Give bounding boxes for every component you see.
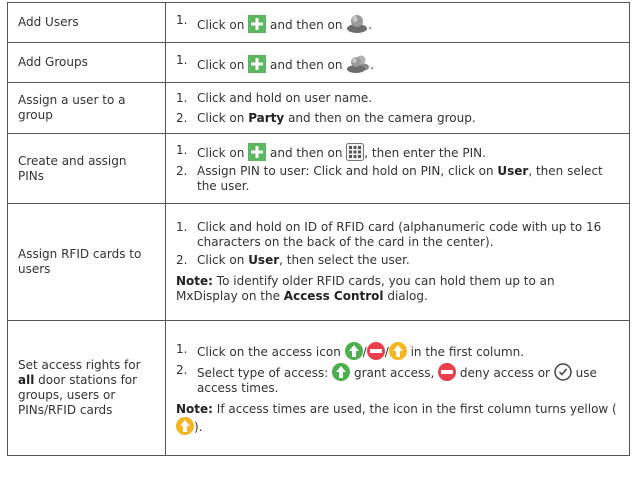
table-row: Assign a user to a group 1. Click and hol… <box>7 82 630 134</box>
plus-icon <box>248 143 267 161</box>
step-keyword: User <box>248 253 280 267</box>
steps-list: 1. Click on and then on . <box>176 13 619 33</box>
table-row: Add Groups 1. Click on and then on . <box>7 42 630 83</box>
step-text: Click on <box>197 17 245 32</box>
access-times-icon <box>388 341 407 360</box>
step-text: Click on <box>197 253 245 267</box>
step-text: Click and hold on ID of RFID card (alpha… <box>197 220 602 249</box>
step-text: and then on <box>270 146 343 160</box>
task-text: Set access rights for <box>18 358 141 372</box>
steps-cell: 1. Click and hold on ID of RFID card (alp… <box>165 203 630 321</box>
step-number: 2. <box>176 164 188 178</box>
step-item: 1. Click on and then on . <box>176 53 619 73</box>
steps-list: 1. Click and hold on user name. 2. Click o… <box>176 91 619 126</box>
step-text: and then on <box>270 17 343 32</box>
step-item: 2. Click on Party and then on the camera … <box>176 111 619 126</box>
steps-cell: 1. Click on and then on . <box>165 42 630 83</box>
task-cell: Set access rights for all door stations … <box>7 320 166 456</box>
step-number: 1. <box>176 341 188 356</box>
steps-cell: 1. Click on and then on . <box>165 2 630 43</box>
step-number: 2. <box>176 362 188 377</box>
note: Note: If access times are used, the icon… <box>176 402 619 435</box>
keypad-icon <box>346 143 365 161</box>
instructions-table: Add Users 1. Click on and then on . Add G… <box>7 2 630 456</box>
steps-list: 1. Click on the access icon / / in the fir… <box>176 341 619 396</box>
user-icon <box>347 14 368 33</box>
note-label: Note: <box>176 274 213 288</box>
deny-access-icon <box>366 341 385 360</box>
step-number: 2. <box>176 110 188 125</box>
step-number: 1. <box>176 12 188 27</box>
step-text: grant access, <box>353 365 435 380</box>
note: Note: To identify older RFID cards, you … <box>176 274 619 304</box>
step-item: 1. Click on and then on , then enter the … <box>176 143 619 161</box>
task-label: Create and assign PINs <box>18 153 127 183</box>
access-times-icon <box>176 416 194 435</box>
note-text: dialog. <box>387 289 428 303</box>
step-number: 1. <box>176 143 188 157</box>
table-row: Assign RFID cards to users 1. Click and h… <box>7 203 630 321</box>
group-icon <box>347 55 370 73</box>
task-label: Add Users <box>18 15 79 29</box>
grant-access-icon <box>332 362 351 381</box>
grant-access-icon <box>344 341 363 360</box>
step-item: 2. Assign PIN to user: Click and hold on … <box>176 164 619 194</box>
note-label: Note: <box>176 401 213 416</box>
plus-icon <box>248 14 267 33</box>
steps-cell: 1. Click on and then on , then enter the … <box>165 133 630 204</box>
task-cell: Assign RFID cards to users <box>7 203 166 321</box>
clock-icon <box>554 362 572 381</box>
task-label: Assign a user to a group <box>18 93 126 122</box>
step-text: Select type of access: <box>197 365 329 380</box>
task-label: Assign RFID cards to users <box>18 247 142 276</box>
step-text: Click on <box>197 57 245 72</box>
step-item: 1. Click on and then on . <box>176 13 619 33</box>
step-text: Click on <box>197 146 245 160</box>
step-text: . <box>368 17 373 32</box>
note-keyword: Access Control <box>283 289 384 303</box>
step-keyword: Party <box>248 110 285 125</box>
step-number: 1. <box>176 90 188 105</box>
step-text: Click on the access icon <box>197 344 341 359</box>
step-number: 1. <box>176 220 188 234</box>
steps-list: 1. Click on and then on . <box>176 53 619 73</box>
table-row: Set access rights for all door stations … <box>7 320 630 456</box>
step-number: 2. <box>176 253 188 267</box>
task-cell: Create and assign PINs <box>7 133 166 204</box>
step-text: Assign PIN to user: Click and hold on PI… <box>197 164 494 178</box>
steps-list: 1. Click and hold on ID of RFID card (alp… <box>176 220 619 268</box>
table-row: Add Users 1. Click on and then on . <box>7 2 630 43</box>
step-text: in the first column. <box>410 344 525 359</box>
task-keyword: all <box>18 373 35 387</box>
table-row: Create and assign PINs 1. Click on and th… <box>7 133 630 204</box>
step-text: . <box>370 57 375 72</box>
steps-cell: 1. Click and hold on user name. 2. Click o… <box>165 82 630 134</box>
step-item: 1. Click on the access icon / / in the fir… <box>176 341 619 360</box>
step-text: deny access or <box>459 365 550 380</box>
step-item: 2. Select type of access: grant access, d… <box>176 362 619 396</box>
step-number: 1. <box>176 52 188 67</box>
step-item: 1. Click and hold on ID of RFID card (alp… <box>176 220 619 250</box>
step-text: , then enter the PIN. <box>364 146 486 160</box>
deny-access-icon <box>438 362 457 381</box>
steps-cell: 1. Click on the access icon / / in the fir… <box>165 320 630 456</box>
step-text: Click and hold on user name. <box>197 90 373 105</box>
task-cell: Add Groups <box>7 42 166 83</box>
step-keyword: User <box>497 164 529 178</box>
task-cell: Assign a user to a group <box>7 82 166 134</box>
step-text: Click on <box>197 110 245 125</box>
plus-icon <box>248 54 267 73</box>
note-text: ). <box>194 419 203 434</box>
task-cell: Add Users <box>7 2 166 43</box>
step-text: and then on <box>270 57 343 72</box>
step-text: , then select the user. <box>279 253 410 267</box>
step-item: 2. Click on User, then select the user. <box>176 253 619 268</box>
step-text: and then on the camera group. <box>288 110 476 125</box>
task-text: door stations for groups, users or PINs/… <box>18 373 138 417</box>
note-text: If access times are used, the icon in th… <box>216 401 617 416</box>
step-item: 1. Click and hold on user name. <box>176 91 619 106</box>
task-label: Add Groups <box>18 55 88 69</box>
steps-list: 1. Click on and then on , then enter the … <box>176 143 619 194</box>
